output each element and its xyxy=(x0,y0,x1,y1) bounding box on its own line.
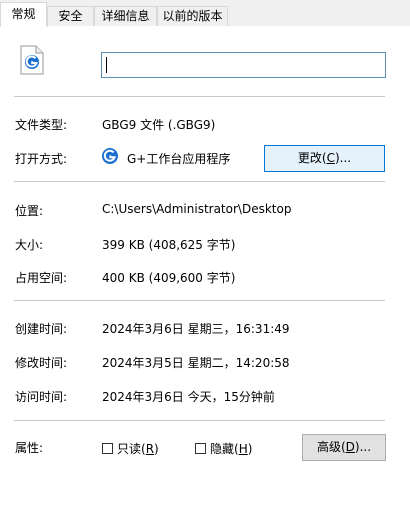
advanced-button[interactable]: 高级(D)... xyxy=(302,434,386,461)
advanced-button-suffix: )... xyxy=(354,440,372,454)
hidden-checkbox[interactable] xyxy=(195,443,206,454)
open-with-app-name: G+工作台应用程序 xyxy=(127,152,231,166)
readonly-suffix: ) xyxy=(154,442,159,456)
file-type-label: 文件类型: xyxy=(15,118,68,132)
modified-value: 2024年3月5日 星期二，14:20:58 xyxy=(102,356,290,370)
modified-label: 修改时间: xyxy=(15,356,68,370)
tab-previous-versions[interactable]: 以前的版本 xyxy=(157,6,228,26)
readonly-label[interactable]: 只读(R) xyxy=(117,440,159,457)
location-label: 位置: xyxy=(15,204,44,218)
separator xyxy=(14,181,385,182)
attributes-label: 属性: xyxy=(15,441,44,455)
change-button-hotkey: C xyxy=(326,151,335,165)
change-button-prefix: 更改( xyxy=(297,151,327,165)
size-label: 大小: xyxy=(15,238,44,252)
readonly-hotkey: R xyxy=(145,442,155,456)
location-value: C:\Users\Administrator\Desktop xyxy=(102,202,292,216)
g-plus-app-icon xyxy=(102,148,118,164)
size-on-disk-value: 400 KB (409,600 字节) xyxy=(102,271,236,285)
separator xyxy=(14,420,385,421)
hidden-suffix: ) xyxy=(247,442,253,456)
separator xyxy=(14,96,385,97)
accessed-label: 访问时间: xyxy=(15,390,68,404)
tab-strip: 常规 安全 详细信息 以前的版本 xyxy=(0,0,410,27)
g-plus-file-icon xyxy=(20,45,44,75)
change-button-suffix: )... xyxy=(334,151,352,165)
readonly-checkbox[interactable] xyxy=(102,443,113,454)
properties-dialog: 常规 安全 详细信息 以前的版本 文件类型: GBG9 文件 (.GBG9) 打… xyxy=(0,0,410,521)
change-button[interactable]: 更改(C)... xyxy=(264,145,385,172)
hidden-prefix: 隐藏( xyxy=(210,442,239,456)
tab-general[interactable]: 常规 xyxy=(0,2,47,27)
tab-security[interactable]: 安全 xyxy=(47,6,94,26)
readonly-prefix: 只读( xyxy=(117,442,146,456)
file-name-input[interactable] xyxy=(101,52,386,78)
size-on-disk-label: 占用空间: xyxy=(15,271,68,285)
file-type-value: GBG9 文件 (.GBG9) xyxy=(102,118,216,132)
hidden-hotkey: H xyxy=(238,442,248,456)
open-with-label: 打开方式: xyxy=(15,152,68,166)
created-value: 2024年3月6日 星期三，16:31:49 xyxy=(102,322,290,336)
hidden-label[interactable]: 隐藏(H) xyxy=(210,440,252,457)
separator xyxy=(14,300,385,301)
advanced-button-prefix: 高级( xyxy=(316,440,346,454)
size-value: 399 KB (408,625 字节) xyxy=(102,238,236,252)
created-label: 创建时间: xyxy=(15,322,68,336)
accessed-value: 2024年3月6日 今天，15分钟前 xyxy=(102,390,275,404)
advanced-button-hotkey: D xyxy=(345,440,355,454)
general-panel: 文件类型: GBG9 文件 (.GBG9) 打开方式: G+工作台应用程序 更改… xyxy=(0,26,410,521)
tab-details[interactable]: 详细信息 xyxy=(94,6,157,26)
text-caret xyxy=(106,57,107,73)
